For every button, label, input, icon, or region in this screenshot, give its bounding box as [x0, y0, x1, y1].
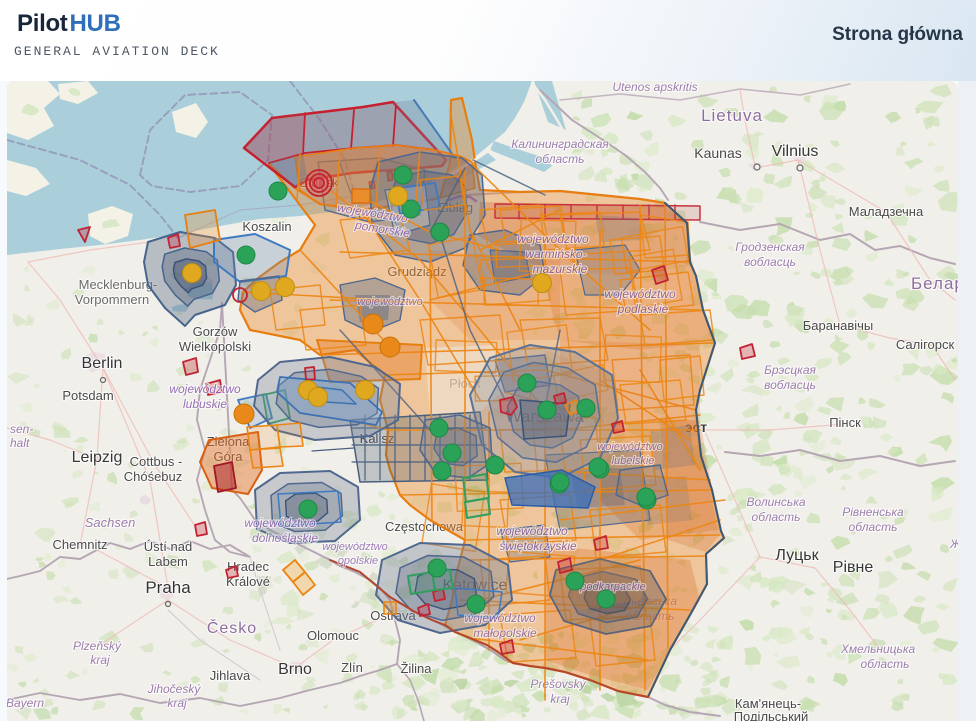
svg-text:Vilnius: Vilnius	[772, 143, 819, 160]
svg-text:województwo: województwo	[244, 516, 316, 530]
svg-text:podlaskie: podlaskie	[617, 302, 669, 316]
svg-text:małopolskie: małopolskie	[473, 626, 537, 640]
svg-text:podkarpackie: podkarpackie	[579, 581, 645, 593]
svg-text:Жит: Жит	[949, 537, 958, 551]
svg-text:województwo: województwo	[517, 232, 589, 246]
svg-text:Bayern: Bayern	[7, 696, 44, 710]
svg-text:Labem: Labem	[148, 554, 188, 569]
svg-text:opolskie: opolskie	[338, 555, 378, 567]
svg-text:Луцьк: Луцьк	[775, 547, 819, 564]
svg-text:Пінск: Пінск	[829, 415, 861, 430]
svg-text:Салігорск: Салігорск	[896, 337, 955, 352]
svg-text:Zlín: Zlín	[341, 660, 363, 675]
svg-text:Маладзечна: Маладзечна	[849, 204, 924, 219]
svg-text:Potsdam: Potsdam	[62, 388, 113, 403]
svg-text:Prešovský: Prešovský	[530, 677, 586, 691]
svg-text:Chemnitz: Chemnitz	[53, 537, 108, 552]
svg-text:Sachsen: Sachsen	[85, 515, 136, 530]
svg-text:Подільський: Подільський	[734, 709, 809, 721]
svg-text:Chóśebuz: Chóśebuz	[124, 469, 183, 484]
svg-text:Волинська: Волинська	[746, 495, 805, 509]
svg-text:вобласць: вобласць	[744, 255, 796, 269]
svg-text:Utenos apskritis: Utenos apskritis	[612, 81, 697, 94]
svg-text:Mecklenburg-: Mecklenburg-	[79, 277, 158, 292]
svg-text:вобласць: вобласць	[764, 378, 816, 392]
svg-text:Česko: Česko	[207, 618, 257, 637]
svg-text:województwo: województwo	[169, 382, 241, 396]
svg-text:Žilina: Žilina	[400, 661, 432, 676]
svg-text:warmińsko-: warmińsko-	[525, 247, 586, 261]
svg-text:halt: halt	[10, 436, 30, 450]
svg-text:Рівненська: Рівненська	[842, 505, 904, 519]
svg-text:województwo: województwo	[604, 287, 676, 301]
svg-text:Баранавічы: Баранавічы	[803, 318, 874, 333]
svg-text:Kaunas: Kaunas	[694, 145, 741, 161]
svg-text:Praha: Praha	[145, 578, 191, 597]
svg-text:Брэсцкая: Брэсцкая	[764, 363, 816, 377]
svg-text:świętokrzyskie: świętokrzyskie	[499, 539, 577, 553]
svg-text:lubelskie: lubelskie	[612, 455, 655, 467]
svg-text:Jihočeský: Jihočeský	[147, 682, 202, 696]
svg-text:Koszalin: Koszalin	[242, 219, 291, 234]
svg-text:województwo: województwo	[322, 541, 387, 553]
svg-text:Plzeňský: Plzeňský	[73, 639, 122, 653]
svg-text:Jihlava: Jihlava	[210, 668, 251, 683]
svg-text:область: область	[752, 510, 801, 524]
svg-text:Wielkopolski: Wielkopolski	[179, 339, 251, 354]
svg-text:Калининградская: Калининградская	[511, 137, 609, 151]
svg-text:województwo: województwo	[357, 296, 422, 308]
svg-text:область: область	[861, 657, 910, 671]
svg-text:województwo: województwo	[597, 441, 662, 453]
svg-text:Cottbus -: Cottbus -	[130, 454, 183, 469]
svg-text:kraj: kraj	[550, 692, 570, 706]
svg-text:Рівне: Рівне	[833, 559, 874, 576]
svg-text:dolnośląskie: dolnośląskie	[252, 531, 318, 545]
svg-text:sen-: sen-	[10, 422, 33, 436]
svg-text:Ústí nad: Ústí nad	[144, 539, 192, 554]
svg-text:Lietuva: Lietuva	[701, 106, 763, 125]
svg-text:województwo: województwo	[496, 524, 568, 538]
svg-text:Olomouc: Olomouc	[307, 628, 360, 643]
svg-text:Vorpommern: Vorpommern	[75, 292, 149, 307]
svg-text:Гродзенская: Гродзенская	[735, 240, 805, 254]
svg-text:Хмельницька: Хмельницька	[840, 642, 916, 656]
svg-text:Berlin: Berlin	[82, 355, 123, 372]
svg-text:Leipzig: Leipzig	[72, 449, 123, 466]
svg-text:Gorzów: Gorzów	[193, 324, 238, 339]
svg-text:kraj: kraj	[167, 696, 187, 710]
svg-text:Белар: Белар	[911, 274, 958, 293]
svg-text:область: область	[536, 152, 585, 166]
svg-text:область: область	[849, 520, 898, 534]
svg-text:kraj: kraj	[90, 653, 110, 667]
svg-text:Brno: Brno	[278, 661, 312, 678]
svg-text:lubuskie: lubuskie	[183, 397, 227, 411]
